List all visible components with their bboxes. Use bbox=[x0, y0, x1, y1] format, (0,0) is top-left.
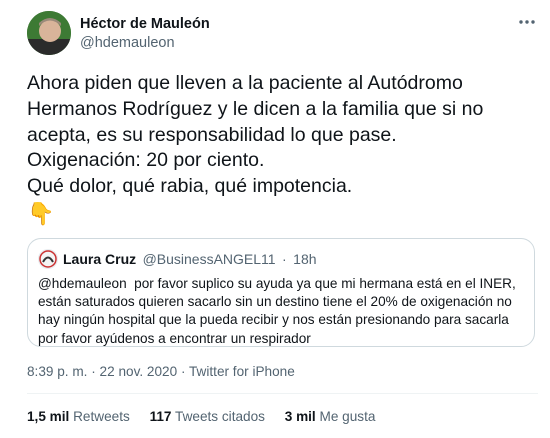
quoted-tweet-text: @hdemauleon por favor suplico su ayuda y… bbox=[38, 276, 520, 346]
retweets-label: Retweets bbox=[73, 409, 130, 424]
quoted-tweet-header: Laura Cruz @BusinessANGEL11 · 18h bbox=[38, 249, 317, 269]
likes-label: Me gusta bbox=[319, 409, 376, 424]
author-handle[interactable]: @hdemauleon bbox=[80, 33, 210, 53]
quoted-author-avatar[interactable] bbox=[38, 249, 58, 269]
author-block[interactable]: Héctor de Mauleón @hdemauleon bbox=[80, 16, 210, 53]
likes-count: 3 mil bbox=[284, 409, 316, 424]
quote-tweets-label: Tweets citados bbox=[175, 409, 265, 424]
tweet-meta: 8:39 p. m. · 22 nov. 2020 · Twitter for … bbox=[27, 364, 295, 379]
quote-tweets-stat[interactable]: 117 Tweets citados bbox=[150, 409, 265, 424]
quoted-tweet-time: 18h bbox=[293, 251, 317, 267]
retweets-stat[interactable]: 1,5 mil Retweets bbox=[27, 409, 130, 424]
tweet-header: Héctor de Mauleón @hdemauleon bbox=[27, 11, 540, 55]
tweet-text: Ahora piden que lleven a la paciente al … bbox=[27, 72, 484, 198]
retweets-count: 1,5 mil bbox=[27, 409, 70, 424]
pointing-down-emoji: 👇 bbox=[27, 201, 55, 226]
quoted-meta-separator: · bbox=[282, 251, 287, 267]
tweet-date-link[interactable]: 22 nov. 2020 bbox=[100, 364, 178, 379]
meta-separator: · bbox=[180, 364, 186, 379]
divider bbox=[27, 393, 538, 394]
meta-separator: · bbox=[91, 364, 96, 379]
author-avatar[interactable] bbox=[27, 11, 71, 55]
tweet-stats: 1,5 mil Retweets 117 Tweets citados 3 mi… bbox=[27, 409, 391, 424]
quote-tweets-count: 117 bbox=[149, 409, 172, 424]
quoted-author-handle: @BusinessANGEL11 bbox=[142, 251, 276, 267]
quoted-author-name: Laura Cruz bbox=[63, 251, 137, 267]
more-icon[interactable] bbox=[518, 13, 536, 24]
likes-stat[interactable]: 3 mil Me gusta bbox=[285, 409, 376, 424]
tweet-source-link[interactable]: Twitter for iPhone bbox=[189, 364, 295, 379]
author-name[interactable]: Héctor de Mauleón bbox=[80, 16, 210, 33]
quoted-tweet[interactable]: Laura Cruz @BusinessANGEL11 · 18h @hdema… bbox=[27, 238, 535, 347]
tweet-time-link[interactable]: 8:39 p. m. bbox=[27, 364, 87, 379]
